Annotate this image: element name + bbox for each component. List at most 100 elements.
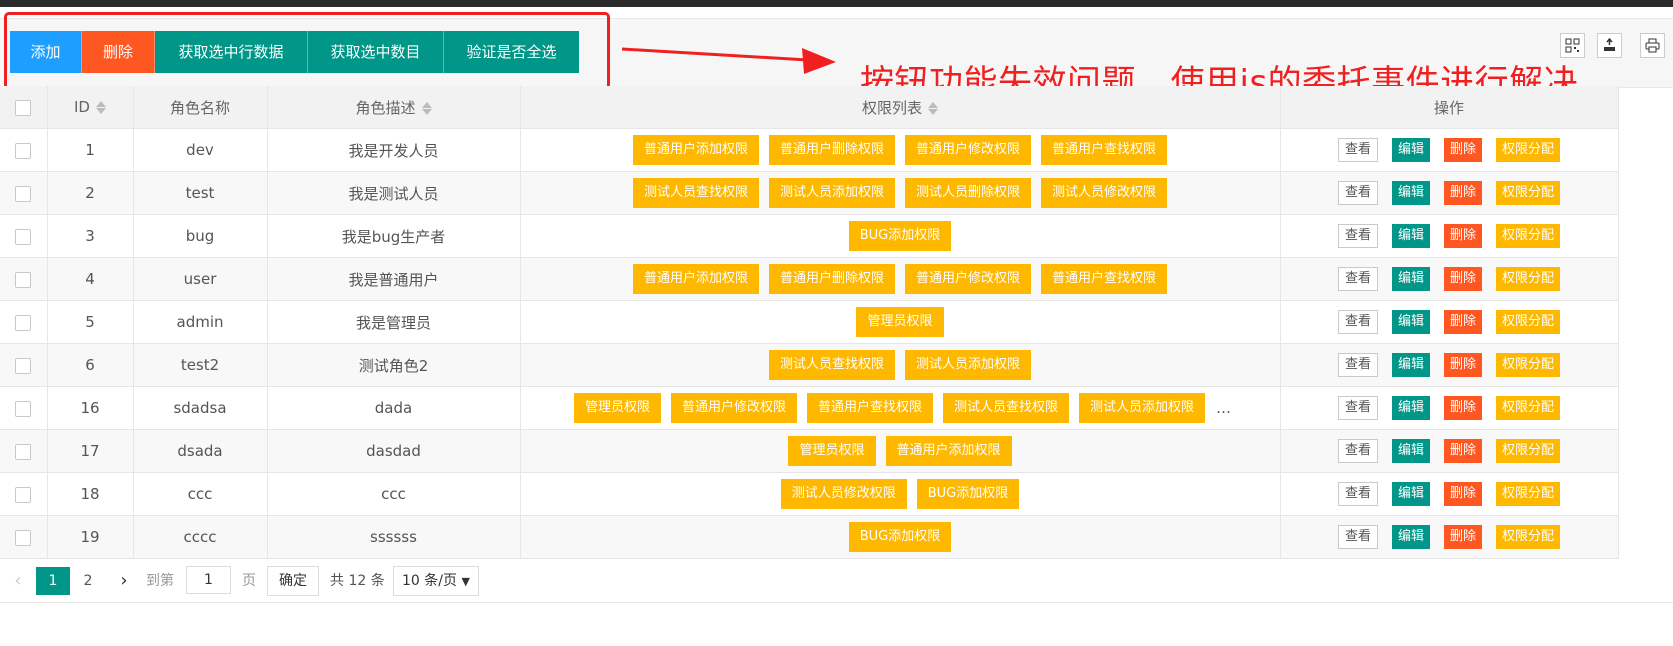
next-page-icon[interactable]: › — [114, 567, 134, 595]
sort-icon[interactable] — [95, 100, 106, 115]
assign-permission-button[interactable]: 权限分配 — [1496, 353, 1561, 377]
assign-permission-button[interactable]: 权限分配 — [1496, 138, 1561, 162]
delete-row-button[interactable]: 删除 — [1444, 525, 1483, 549]
permission-tag[interactable]: 测试人员修改权限 — [1041, 178, 1168, 208]
delete-row-button[interactable]: 删除 — [1444, 439, 1483, 463]
table-row[interactable]: 4 user 我是普通用户 普通用户添加权限 普通用户删除权限 普通用户修改权限 普通用户查… — [0, 257, 1619, 301]
view-button[interactable]: 查看 — [1337, 267, 1378, 291]
permission-tag[interactable]: 普通用户删除权限 — [768, 264, 895, 294]
delete-row-button[interactable]: 删除 — [1444, 482, 1483, 506]
page-size-select[interactable]: 10 条/页 ▼ — [393, 566, 479, 596]
sort-icon[interactable] — [928, 101, 938, 116]
page-1-button[interactable]: 1 — [36, 567, 70, 595]
row-checkbox[interactable] — [15, 314, 32, 331]
permission-tag[interactable]: 管理员权限 — [788, 436, 876, 466]
view-button[interactable]: 查看 — [1337, 439, 1378, 463]
permission-tag[interactable]: 测试人员删除权限 — [905, 178, 1032, 208]
permission-tag[interactable]: BUG添加权限 — [916, 479, 1020, 509]
permission-tag[interactable]: 普通用户添加权限 — [885, 436, 1012, 466]
row-checkbox[interactable] — [15, 486, 32, 503]
permission-tag[interactable]: 测试人员添加权限 — [1079, 393, 1206, 423]
edit-button[interactable]: 编辑 — [1391, 138, 1430, 162]
assign-permission-button[interactable]: 权限分配 — [1496, 267, 1561, 291]
print-icon[interactable] — [1640, 33, 1665, 58]
assign-permission-button[interactable]: 权限分配 — [1496, 439, 1561, 463]
row-checkbox[interactable] — [15, 443, 32, 460]
permission-tag[interactable]: 测试人员查找权限 — [768, 350, 895, 380]
assign-permission-button[interactable]: 权限分配 — [1496, 482, 1561, 506]
page-2-button[interactable]: 2 — [74, 567, 102, 595]
edit-button[interactable]: 编辑 — [1391, 525, 1430, 549]
column-header-permissions[interactable]: 权限列表 — [520, 86, 1281, 129]
delete-row-button[interactable]: 删除 — [1444, 138, 1483, 162]
table-row[interactable]: 17 dsada dasdad 管理员权限 普通用户添加权限 查看 编辑 删除 权限分配 — [0, 429, 1619, 473]
view-button[interactable]: 查看 — [1337, 482, 1378, 506]
edit-button[interactable]: 编辑 — [1391, 439, 1430, 463]
view-button[interactable]: 查看 — [1337, 181, 1378, 205]
goto-page-input[interactable]: 1 — [186, 566, 231, 594]
select-all-checkbox[interactable] — [15, 99, 32, 116]
permission-tag[interactable]: 普通用户查找权限 — [1041, 264, 1168, 294]
permission-tag[interactable]: 普通用户修改权限 — [905, 135, 1032, 165]
permission-tag[interactable]: 普通用户修改权限 — [905, 264, 1032, 294]
permission-tag[interactable]: 测试人员查找权限 — [943, 393, 1070, 423]
row-checkbox[interactable] — [15, 357, 32, 374]
assign-permission-button[interactable]: 权限分配 — [1496, 310, 1561, 334]
row-checkbox[interactable] — [15, 271, 32, 288]
permission-tag[interactable]: 普通用户修改权限 — [670, 393, 797, 423]
column-header-role-desc[interactable]: 角色描述 — [267, 86, 521, 129]
permission-tag[interactable]: 普通用户添加权限 — [632, 264, 759, 294]
view-button[interactable]: 查看 — [1337, 224, 1378, 248]
delete-row-button[interactable]: 删除 — [1444, 224, 1483, 248]
edit-button[interactable]: 编辑 — [1391, 310, 1430, 334]
permission-tag[interactable]: BUG添加权限 — [848, 221, 952, 251]
table-row[interactable]: 6 test2 测试角色2 测试人员查找权限 测试人员添加权限 查看 编辑 删除 权限分配 — [0, 343, 1619, 387]
row-checkbox[interactable] — [15, 400, 32, 417]
permission-tag[interactable]: 测试人员查找权限 — [632, 178, 759, 208]
table-row[interactable]: 2 test 我是测试人员 测试人员查找权限 测试人员添加权限 测试人员删除权限 测试人员修… — [0, 171, 1619, 215]
permission-tag[interactable]: 普通用户查找权限 — [1041, 135, 1168, 165]
row-checkbox[interactable] — [15, 142, 32, 159]
edit-button[interactable]: 编辑 — [1391, 396, 1430, 420]
goto-confirm-button[interactable]: 确定 — [267, 566, 319, 596]
prev-page-icon[interactable]: ‹ — [8, 567, 28, 595]
row-checkbox[interactable] — [15, 185, 32, 202]
edit-button[interactable]: 编辑 — [1391, 267, 1430, 291]
permission-tag[interactable]: 测试人员添加权限 — [905, 350, 1032, 380]
table-row[interactable]: 16 sdadsa dada 管理员权限 普通用户修改权限 普通用户查找权限 测试人员查找权… — [0, 386, 1619, 430]
view-button[interactable]: 查看 — [1337, 525, 1378, 549]
row-checkbox[interactable] — [15, 228, 32, 245]
assign-permission-button[interactable]: 权限分配 — [1496, 224, 1561, 248]
table-row[interactable]: 19 cccc ssssss BUG添加权限 查看 编辑 删除 权限分配 — [0, 515, 1619, 559]
assign-permission-button[interactable]: 权限分配 — [1496, 181, 1561, 205]
table-row[interactable]: 18 ccc ccc 测试人员修改权限 BUG添加权限 查看 编辑 删除 权限分配 — [0, 472, 1619, 516]
view-button[interactable]: 查看 — [1337, 353, 1378, 377]
edit-button[interactable]: 编辑 — [1391, 482, 1430, 506]
assign-permission-button[interactable]: 权限分配 — [1496, 396, 1561, 420]
table-row[interactable]: 5 admin 我是管理员 管理员权限 查看 编辑 删除 权限分配 — [0, 300, 1619, 344]
table-row[interactable]: 1 dev 我是开发人员 普通用户添加权限 普通用户删除权限 普通用户修改权限 普通用户查找… — [0, 128, 1619, 172]
permission-tag[interactable]: 测试人员修改权限 — [780, 479, 907, 509]
permission-tag[interactable]: 测试人员添加权限 — [768, 178, 895, 208]
edit-button[interactable]: 编辑 — [1391, 224, 1430, 248]
export-icon[interactable] — [1597, 33, 1622, 58]
assign-permission-button[interactable]: 权限分配 — [1496, 525, 1561, 549]
delete-row-button[interactable]: 删除 — [1444, 267, 1483, 291]
delete-row-button[interactable]: 删除 — [1444, 310, 1483, 334]
view-button[interactable]: 查看 — [1337, 138, 1378, 162]
row-checkbox[interactable] — [15, 529, 32, 546]
edit-button[interactable]: 编辑 — [1391, 181, 1430, 205]
edit-button[interactable]: 编辑 — [1391, 353, 1430, 377]
view-button[interactable]: 查看 — [1337, 396, 1378, 420]
column-header-id[interactable]: ID — [47, 86, 134, 129]
columns-icon[interactable] — [1560, 33, 1585, 58]
permission-tag[interactable]: 管理员权限 — [573, 393, 661, 423]
permission-tag[interactable]: 普通用户添加权限 — [632, 135, 759, 165]
delete-row-button[interactable]: 删除 — [1444, 181, 1483, 205]
delete-row-button[interactable]: 删除 — [1444, 396, 1483, 420]
permission-tag[interactable]: BUG添加权限 — [848, 522, 952, 552]
permission-tag[interactable]: 管理员权限 — [856, 307, 944, 337]
sort-icon[interactable] — [421, 101, 432, 116]
permission-tag[interactable]: 普通用户查找权限 — [806, 393, 933, 423]
delete-row-button[interactable]: 删除 — [1444, 353, 1483, 377]
